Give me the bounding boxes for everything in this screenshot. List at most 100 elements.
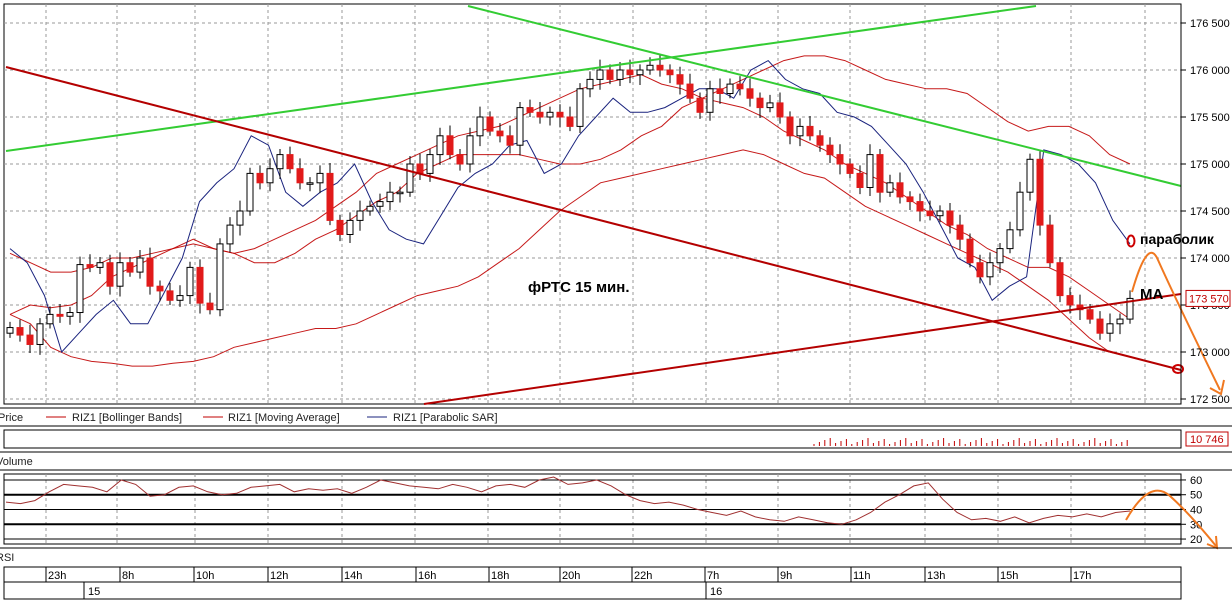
candle-bull [646, 64, 654, 71]
candle-bull [306, 182, 314, 185]
candle-bull [436, 135, 444, 156]
price-tick-label: 172 500 [1190, 394, 1230, 406]
candle-bull [316, 172, 324, 184]
candle-bull [226, 224, 234, 245]
candle-bull [866, 154, 874, 189]
candle-bull [1106, 323, 1114, 334]
price-tick-label: 175 000 [1190, 159, 1230, 171]
volume-pane-frame [3, 429, 1182, 449]
time-tick-label: 15h [1000, 570, 1018, 582]
candle-bull [1016, 191, 1024, 231]
candle-bear [456, 154, 464, 165]
candle-bear [656, 64, 664, 71]
parabolik-annotation: параболик [1140, 231, 1215, 247]
time-tick-label: 7h [707, 570, 719, 582]
candle-bull [616, 69, 624, 80]
rsi-tick-label: 60 [1190, 475, 1202, 487]
candle-bear [846, 163, 854, 174]
candle-bull [986, 262, 994, 278]
candle-bear [486, 116, 494, 132]
candle-bull [766, 102, 774, 109]
candle-bear [296, 168, 304, 184]
time-tick-label: 11h [853, 570, 871, 582]
volume-last-value: 10 746 [1190, 434, 1224, 446]
candle-bull [356, 210, 364, 221]
candle-bear [686, 83, 694, 99]
candle-bear [1036, 158, 1044, 226]
candle-bull [76, 264, 84, 314]
time-tick-label: 23h [48, 570, 66, 582]
rsi-tick-label: 50 [1190, 490, 1202, 502]
candle-bear [896, 182, 904, 198]
candle-bear [756, 97, 764, 109]
candle-bull [886, 182, 894, 193]
candle-bear [806, 125, 814, 137]
time-tick-label: 14h [344, 570, 362, 582]
time-tick-label: 10h [196, 570, 214, 582]
candle-bear [906, 196, 914, 203]
rsi-label: RSI [0, 552, 14, 564]
candle-bull [246, 172, 254, 212]
price-axis: 176 500 176 000 175 500 175 000 174 500 174 0… [1180, 4, 1231, 406]
candle-bear [666, 69, 674, 76]
candle-bear [326, 172, 334, 221]
price-tick-label: 174 500 [1190, 206, 1230, 218]
time-tick-label: 8h [122, 570, 134, 582]
candle-bull [1116, 318, 1124, 325]
candle-bull [36, 323, 44, 345]
candle-bear [126, 262, 134, 273]
rsi-pane[interactable]: 60 50 40 30 20 RSI [0, 473, 1232, 564]
chart-window: фРТС 15 мин. параболик MA 176 500 176 000… [0, 0, 1232, 601]
candle-bear [106, 262, 114, 287]
candle-bull [96, 262, 104, 268]
time-tick-label: 17h [1073, 570, 1091, 582]
candle-bear [926, 210, 934, 217]
time-tick-label: 20h [562, 570, 580, 582]
candle-bear [676, 74, 684, 85]
candle-bear [946, 210, 954, 226]
candle-bull [576, 88, 584, 127]
candle-bull [516, 107, 524, 146]
candle-bear [716, 88, 724, 95]
rsi-tick-label: 20 [1190, 534, 1202, 546]
candle-bull [1026, 158, 1034, 193]
legend-price: Price [0, 412, 23, 424]
candle-bear [416, 163, 424, 174]
candle-bear [536, 111, 544, 118]
candle-bull [46, 313, 54, 325]
price-tick-label: 174 000 [1190, 253, 1230, 265]
time-tick-label: 16h [418, 570, 436, 582]
time-axis: 23h 8h 10h 12h 14h 16h 18h 20h 22h 7h 9h 11h 13h 15h 1… [3, 566, 1182, 600]
candle-bull [366, 205, 374, 212]
candle-bear [196, 266, 204, 304]
candle-bull [276, 154, 284, 170]
volume-label: Volume [0, 456, 33, 468]
candle-bear [736, 83, 744, 90]
candle-bear [826, 144, 834, 156]
candle-bear [256, 172, 264, 184]
volume-pane[interactable]: 10 746 Volume [0, 429, 1232, 471]
candle-bear [746, 88, 754, 99]
legend-sar: RIZ1 [Parabolic SAR] [393, 412, 498, 424]
candle-bear [16, 327, 24, 336]
candle-bear [556, 111, 564, 118]
candle-bull [586, 78, 594, 90]
candle-bear [966, 238, 974, 264]
day-label: 16 [710, 586, 722, 598]
candle-bull [466, 135, 474, 165]
candle-bull [636, 69, 644, 76]
price-pane[interactable]: фРТС 15 мин. параболик MA [3, 3, 1225, 405]
chart-title: фРТС 15 мин. [528, 279, 630, 296]
candle-bear [876, 154, 884, 193]
candle-bear [336, 219, 344, 235]
legend: Price RIZ1 [Bollinger Bands] RIZ1 [Movin… [0, 407, 1232, 427]
candle-bear [446, 135, 454, 156]
rsi-tick-label: 40 [1190, 505, 1202, 517]
candle-bull [386, 191, 394, 203]
price-tick-label: 173 000 [1190, 347, 1230, 359]
price-tick-label: 176 000 [1190, 65, 1230, 77]
candle-bear [56, 313, 64, 317]
price-pane-frame [3, 3, 1182, 405]
candle-bear [566, 116, 574, 127]
candle-bull [546, 111, 554, 118]
